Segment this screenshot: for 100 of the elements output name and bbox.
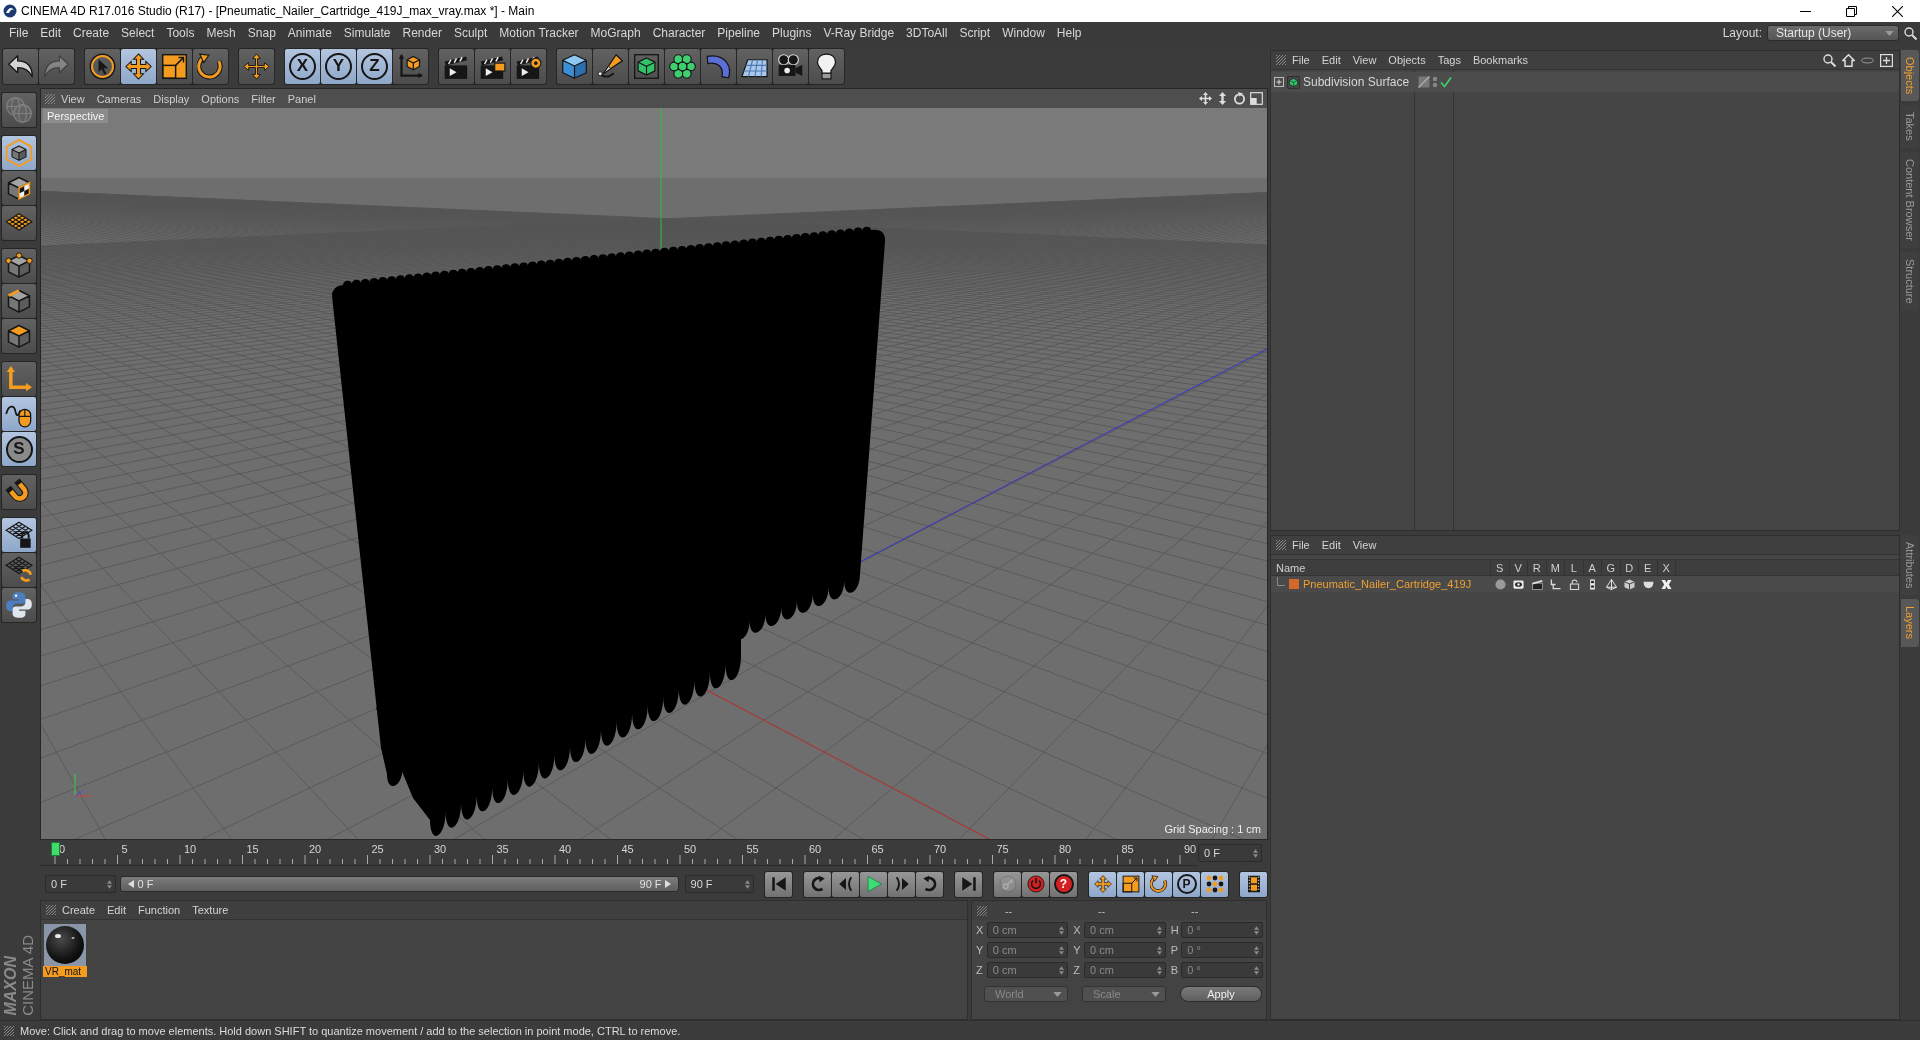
axis-lock-button[interactable]: Z [357,48,392,84]
lock-workplane-button[interactable] [2,518,36,552]
menu-item[interactable]: Help [1050,23,1088,43]
viewport-menu-item[interactable]: Options [195,92,246,105]
eye-icon[interactable] [1513,578,1525,590]
material-menu-item[interactable]: Function [132,904,187,916]
rotate-tool-button[interactable] [193,48,228,84]
material-menu-item[interactable]: Texture [186,904,235,916]
menu-item[interactable]: Mesh [200,23,242,43]
cartridge-model[interactable] [332,226,886,836]
edges-mode-button[interactable] [2,284,36,318]
two-dots-icon[interactable] [1432,76,1438,88]
menu-item[interactable]: Window [996,23,1051,43]
column-header[interactable]: R [1528,559,1547,576]
scale-tool-button[interactable] [157,48,192,84]
rotate-view-icon[interactable] [1233,92,1246,105]
axis-lock-button[interactable]: Y [321,48,356,84]
left-arrow-icon[interactable] [128,880,135,888]
playhead-handle[interactable] [51,842,60,856]
spinner-icon[interactable] [107,879,113,889]
go-to-start-button[interactable] [765,871,792,897]
end-frame-field[interactable]: 90 F [684,875,754,893]
home-icon[interactable] [1842,53,1855,67]
search-icon[interactable] [1904,26,1917,40]
column-header[interactable]: V [1509,559,1528,576]
search-icon[interactable] [1823,53,1836,67]
python-generator-button[interactable] [2,588,36,622]
move-tool-button[interactable] [121,48,156,84]
timeline-view-button[interactable] [1240,871,1267,897]
object-name[interactable]: Subdivision Surface [1303,75,1410,89]
side-tab[interactable]: Attributes [1901,535,1919,596]
previous-frame-button[interactable] [832,871,859,897]
keyframe-selection-button[interactable]: ? [1050,871,1077,897]
workplane-mode-button[interactable] [2,206,36,240]
clapperboard-icon[interactable] [1531,578,1543,590]
column-header[interactable]: M [1546,559,1565,576]
color-swatch-icon[interactable] [1289,579,1299,589]
grip-icon[interactable] [1276,55,1286,65]
viewport-menu-item[interactable]: Display [147,92,196,105]
deformer-button[interactable] [701,48,736,84]
slashed-square-icon[interactable] [1418,76,1430,88]
layout-dropdown[interactable]: Startup (User) [1767,25,1899,41]
menu-item[interactable]: Plugins [766,23,818,43]
column-header[interactable]: A [1583,559,1602,576]
menu-item[interactable]: Script [953,23,997,43]
menu-item[interactable]: Character [646,23,712,43]
menu-item[interactable]: File [3,23,35,43]
transform-tool-button[interactable] [239,48,274,84]
tweak-mode-button[interactable] [2,397,36,431]
new-panel-icon[interactable] [1880,53,1893,67]
menu-item[interactable]: Select [115,23,161,43]
key-point-level-button[interactable] [1201,871,1228,897]
key-parameter-button[interactable]: P [1173,871,1200,897]
side-tab[interactable]: Structure [1901,252,1919,311]
autokeying-button[interactable] [1022,871,1049,897]
pyramid-icon[interactable] [1605,578,1617,590]
key-scale-button[interactable] [1117,871,1144,897]
render-settings-button[interactable] [511,48,546,84]
viewport-menu-item[interactable]: Panel [281,92,322,105]
padlock-icon[interactable] [1568,578,1580,590]
right-arrow-icon[interactable] [664,880,671,888]
solo-button[interactable]: S [2,432,36,466]
layer-name[interactable]: Pneumatic_Nailer_Cartridge_419J [1303,578,1472,590]
cube-object-button[interactable] [557,48,592,84]
side-tab[interactable]: Content Browser [1901,152,1919,248]
menu-item[interactable]: 3DToAll [900,23,954,43]
grip-icon[interactable] [977,905,987,916]
maximize-view-icon[interactable] [1250,92,1263,105]
preview-range-bar[interactable]: 0 F 90 F [120,876,679,892]
objects-menu-item[interactable]: Bookmarks [1466,54,1534,66]
points-mode-button[interactable] [2,249,36,283]
objects-menu-item[interactable]: View [1346,54,1383,66]
menu-item[interactable]: Animate [281,23,338,43]
objects-menu-item[interactable]: Tags [1431,54,1467,66]
render-picture-button[interactable] [475,48,510,84]
column-header[interactable]: D [1620,559,1639,576]
zoom-view-icon[interactable] [1216,92,1229,105]
key-rotation-button[interactable] [1145,871,1172,897]
grip-icon[interactable] [45,93,55,104]
x-shape-icon[interactable] [1661,578,1673,590]
layers-menu-item[interactable]: Edit [1315,539,1347,551]
play-button[interactable] [860,871,887,897]
subdivision-surface-button[interactable] [629,48,664,84]
pan-view-icon[interactable] [1199,92,1212,105]
layers-menu-item[interactable]: View [1346,539,1383,551]
menu-item[interactable]: Motion Tracker [493,23,585,43]
current-frame-field[interactable]: 0 F [1198,844,1262,862]
spinner-icon[interactable] [745,879,750,889]
viewport-menu-item[interactable]: View [55,92,91,105]
menu-item[interactable]: Render [396,23,448,43]
menu-item[interactable]: Snap [241,23,282,43]
camera-object-button[interactable] [773,48,808,84]
column-header[interactable]: G [1602,559,1621,576]
floor-object-button[interactable] [737,48,772,84]
axis-lock-button[interactable]: X [285,48,320,84]
cloner-button[interactable] [665,48,700,84]
menu-item[interactable]: Pipeline [711,23,767,43]
objects-menu-item[interactable]: File [1286,54,1316,66]
material-menu-item[interactable]: Edit [101,904,132,916]
next-frame-button[interactable] [888,871,915,897]
